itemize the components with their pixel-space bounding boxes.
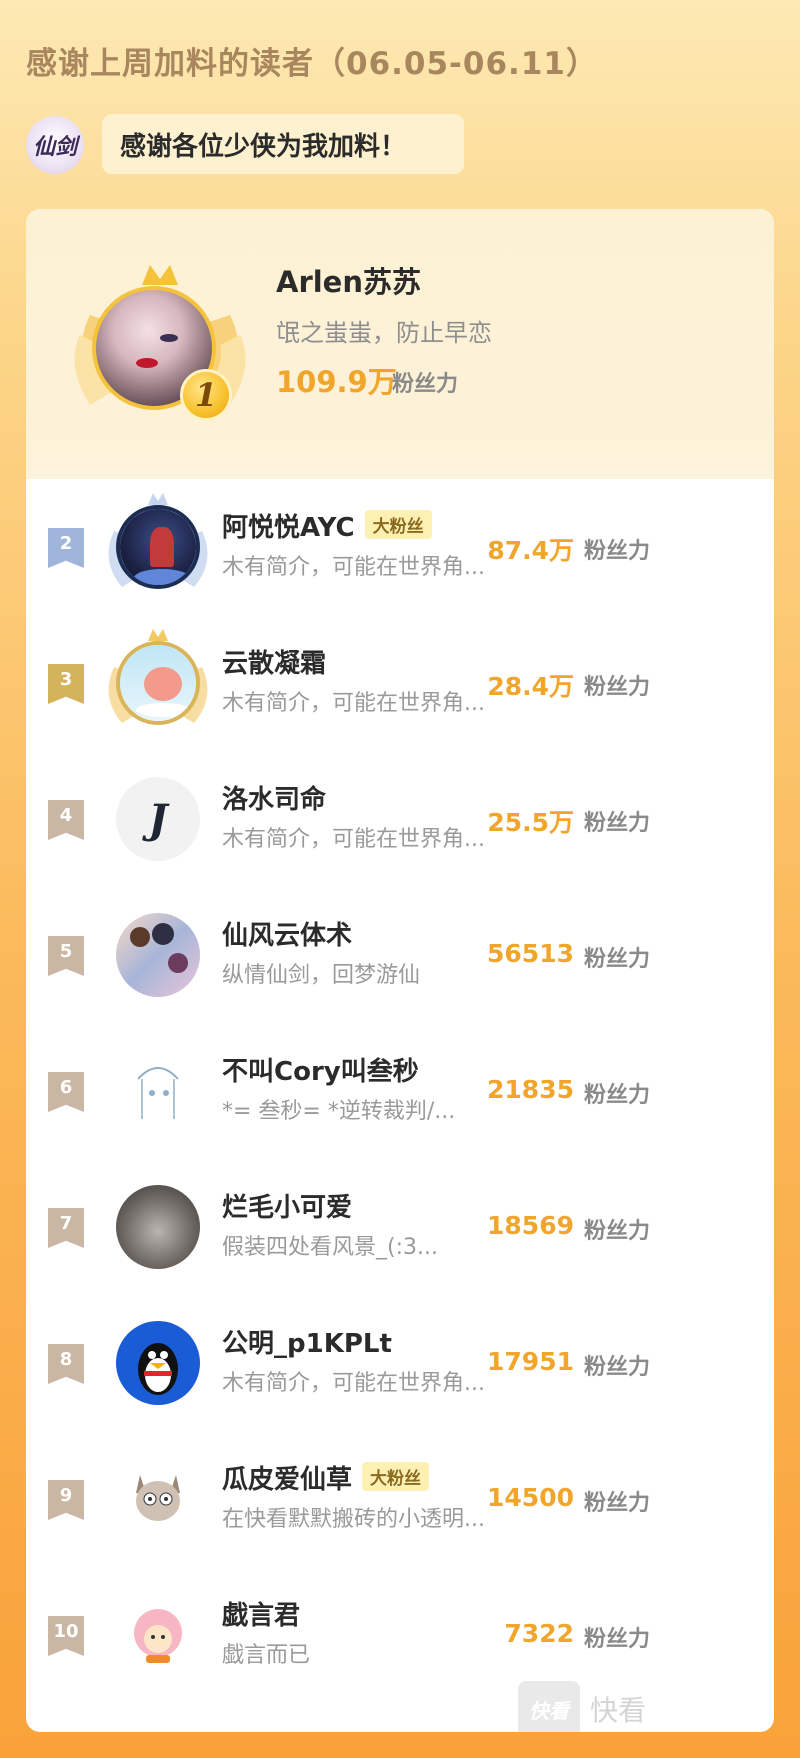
fan-score-unit: 粉丝力 (584, 1083, 651, 1108)
fan-name-text[interactable]: 瓜皮爱仙草 (222, 1465, 352, 1495)
fan-name-text[interactable]: 仙风云体术 (222, 921, 352, 951)
fan-score: 17951 (487, 1347, 574, 1376)
avatar-container (96, 1179, 236, 1309)
pink-sheep-avatar[interactable] (116, 1593, 200, 1677)
cat-avatar[interactable] (116, 1185, 200, 1269)
fan-score-unit: 粉丝力 (584, 1355, 651, 1380)
fan-row[interactable]: 3 云散凝霜木有简介，可能在世界角... 28.4万 粉丝力 (26, 629, 774, 765)
fan-row[interactable]: 10 戯言君戯言而已 7322 粉丝力 (26, 1587, 774, 1717)
fan-name-text[interactable]: 戯言君 (222, 1601, 300, 1631)
kuaikan-logo-icon: 快看 (518, 1681, 580, 1732)
fan-score-unit: 粉丝力 (584, 811, 651, 836)
ranking-card: 1 Arlen苏苏 氓之蚩蚩，防止早恋 109.9万 粉丝力 2 阿悦悦AYC 大粉… (26, 209, 774, 1732)
fan-name-text[interactable]: 云散凝霜 (222, 649, 326, 679)
fan-name[interactable]: 公明_p1KPLt (222, 1323, 392, 1360)
sketch-girl-avatar[interactable] (116, 1049, 200, 1133)
top-fan-section[interactable]: 1 Arlen苏苏 氓之蚩蚩，防止早恋 109.9万 粉丝力 (26, 209, 774, 479)
fan-score-unit: 粉丝力 (584, 947, 651, 972)
top-fan-score-unit: 粉丝力 (392, 372, 459, 397)
fan-bio: 戯言而已 (222, 1643, 311, 1668)
anime-group-avatar[interactable] (116, 913, 200, 997)
fan-row[interactable]: 7 烂毛小可爱假装四处看风景_(:3... 18569 粉丝力 (26, 1179, 774, 1309)
night-girl-avatar[interactable] (116, 505, 200, 589)
penguin-avatar[interactable] (116, 1321, 200, 1405)
fan-score: 28.4万 (487, 672, 574, 701)
fan-bio: 纵情仙剑，回梦游仙 (222, 963, 421, 988)
rank-flag: 5 (48, 936, 84, 976)
rank-flag: 7 (48, 1208, 84, 1248)
fan-score: 56513 (487, 939, 574, 968)
fan-name[interactable]: 戯言君 (222, 1595, 300, 1632)
rank-flag: 10 (48, 1616, 84, 1656)
fan-bio: 木有简介，可能在世界角... (222, 555, 485, 580)
fan-name[interactable]: 云散凝霜 (222, 643, 326, 680)
fan-score: 87.4万 (487, 536, 574, 565)
ink-calligraphy-avatar[interactable]: J (116, 777, 200, 861)
fan-score-unit: 粉丝力 (584, 1627, 651, 1652)
fan-bio: 木有简介，可能在世界角... (222, 1371, 485, 1396)
thanks-message: 感谢各位少侠为我加料！ (102, 114, 464, 174)
top-fan-bio: 氓之蚩蚩，防止早恋 (276, 319, 492, 347)
fan-name[interactable]: 瓜皮爱仙草 大粉丝 (222, 1459, 430, 1496)
big-fan-badge: 大粉丝 (364, 510, 432, 539)
fan-score-unit: 粉丝力 (584, 1219, 651, 1244)
fan-name[interactable]: 不叫Cory叫叁秒 (222, 1051, 419, 1088)
fan-score: 25.5万 (487, 808, 574, 837)
fan-row[interactable]: 6 不叫Cory叫叁秒 *= 叁秒= *逆转裁判/... 21835 粉丝力 (26, 1043, 774, 1173)
avatar-container: J (96, 771, 236, 901)
fan-name[interactable]: 洛水司命 (222, 779, 326, 816)
fan-name[interactable]: 仙风云体术 (222, 915, 352, 952)
fan-bio: 在快看默默搬砖的小透明... (222, 1507, 485, 1532)
fan-bio: 木有简介，可能在世界角... (222, 827, 485, 852)
fan-score: 18569 (487, 1211, 574, 1240)
avatar-container (96, 1451, 236, 1581)
avatar-container (96, 493, 236, 629)
big-fan-badge: 大粉丝 (362, 1462, 430, 1491)
fan-name[interactable]: 烂毛小可爱 (222, 1187, 352, 1224)
avatar-container (96, 907, 236, 1037)
fan-row[interactable]: 2 阿悦悦AYC 大粉丝木有简介，可能在世界角... 87.4万 粉丝力 (26, 493, 774, 629)
fan-score: 14500 (487, 1483, 574, 1512)
fan-name-text[interactable]: 烂毛小可爱 (222, 1193, 352, 1223)
fan-name-text[interactable]: 公明_p1KPLt (222, 1329, 392, 1359)
top-fan-score: 109.9万 (276, 365, 397, 399)
fan-name-text[interactable]: 不叫Cory叫叁秒 (222, 1057, 419, 1087)
brand-logo: 仙剑 (26, 116, 84, 174)
fan-score: 7322 (504, 1619, 574, 1648)
fan-name[interactable]: 阿悦悦AYC 大粉丝 (222, 507, 432, 544)
fan-bio: 木有简介，可能在世界角... (222, 691, 485, 716)
fan-row[interactable]: 5 仙风云体术纵情仙剑，回梦游仙 56513 粉丝力 (26, 907, 774, 1037)
watermark-text: 快看 (590, 1694, 647, 1727)
fan-row[interactable]: 9 瓜皮爱仙草 大粉丝在快看默默搬砖的小透明... 14500 粉丝力 (26, 1451, 774, 1581)
fan-score-unit: 粉丝力 (584, 1491, 651, 1516)
page-title: 感谢上周加料的读者（06.05-06.11） (26, 46, 598, 82)
rank-flag: 6 (48, 1072, 84, 1112)
avatar-container (96, 1043, 236, 1173)
pink-dragon-avatar[interactable] (116, 641, 200, 725)
kuaikan-watermark: 快看 快看 (518, 1681, 646, 1732)
rank-flag: 2 (48, 528, 84, 568)
fan-score-unit: 粉丝力 (584, 675, 651, 700)
rank-1-badge: 1 (180, 369, 232, 421)
avatar-container (96, 1587, 236, 1717)
fan-bio: 假装四处看风景_(:3... (222, 1235, 438, 1260)
rank-flag: 4 (48, 800, 84, 840)
avatar-container (96, 1315, 236, 1445)
fan-row[interactable]: 8 公明_p1KPLt 木有简介，可能在世界角... 17951 粉丝力 (26, 1315, 774, 1445)
rank-flag: 8 (48, 1344, 84, 1384)
fan-name-text[interactable]: 阿悦悦AYC (222, 513, 355, 543)
rank-flag: 9 (48, 1480, 84, 1520)
fan-name-text[interactable]: 洛水司命 (222, 785, 326, 815)
avatar-container (96, 629, 236, 765)
fan-bio: *= 叁秒= *逆转裁判/... (222, 1099, 456, 1124)
fan-score-unit: 粉丝力 (584, 539, 651, 564)
top-fan-name[interactable]: Arlen苏苏 (276, 259, 421, 301)
fan-score: 21835 (487, 1075, 574, 1104)
cartoon-cat-avatar[interactable] (116, 1457, 200, 1541)
rank-flag: 3 (48, 664, 84, 704)
fan-row[interactable]: 4 J 洛水司命木有简介，可能在世界角... 25.5万 粉丝力 (26, 771, 774, 901)
